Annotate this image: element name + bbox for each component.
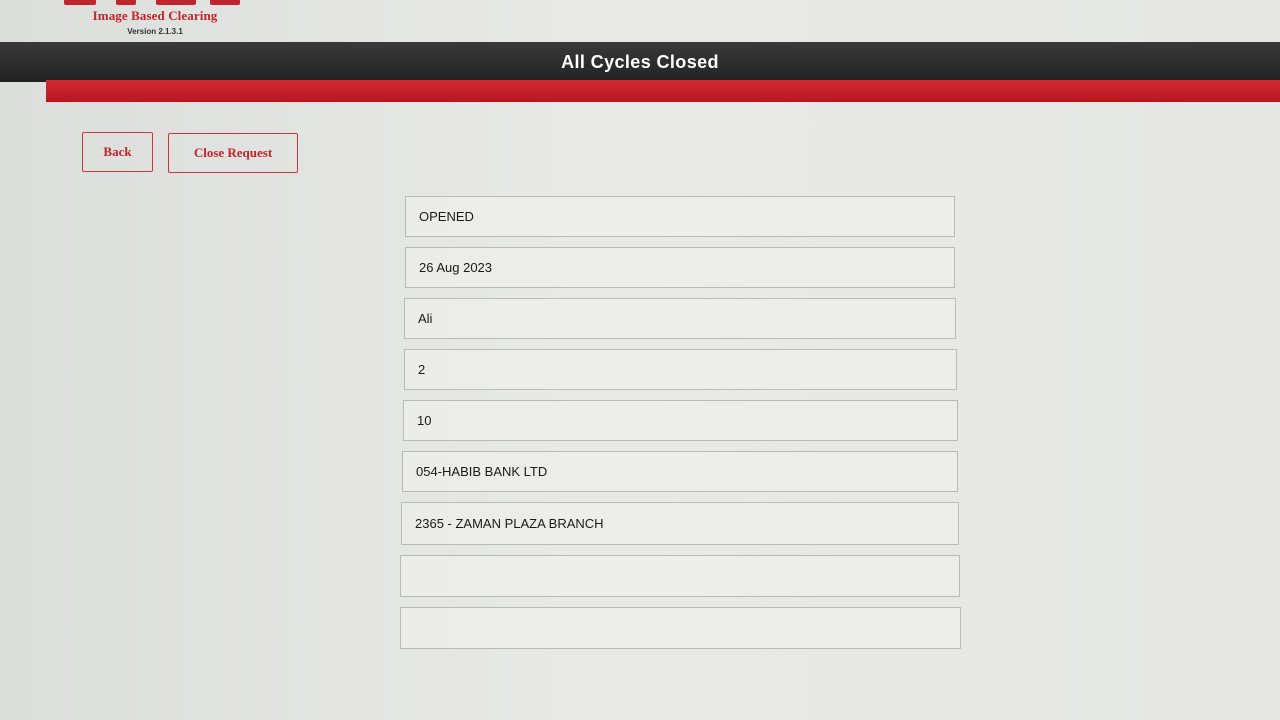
logo-mark-icon xyxy=(60,0,250,6)
field-date: 26 Aug 2023 xyxy=(405,247,955,288)
app-version: Version 2.1.3.1 xyxy=(127,27,183,36)
back-button[interactable]: Back xyxy=(82,132,153,172)
page: Image Based Clearing Version 2.1.3.1 All… xyxy=(0,0,1280,720)
field-status: OPENED xyxy=(405,196,955,237)
field-branch: 2365 - ZAMAN PLAZA BRANCH xyxy=(401,502,959,545)
app-logo: Image Based Clearing Version 2.1.3.1 xyxy=(60,0,250,40)
header-bar: All Cycles Closed xyxy=(0,42,1280,82)
field-bank: 054-HABIB BANK LTD xyxy=(402,451,958,492)
field-count-b: 10 xyxy=(403,400,958,441)
close-request-button[interactable]: Close Request xyxy=(168,133,298,173)
field-empty-2 xyxy=(400,607,961,649)
field-count-a: 2 xyxy=(404,349,957,390)
field-user: Ali xyxy=(404,298,956,339)
logo-title: Image Based Clearing xyxy=(92,8,218,23)
page-title: All Cycles Closed xyxy=(561,51,719,72)
field-empty-1 xyxy=(400,555,960,597)
header-accent-strip xyxy=(46,80,1280,102)
